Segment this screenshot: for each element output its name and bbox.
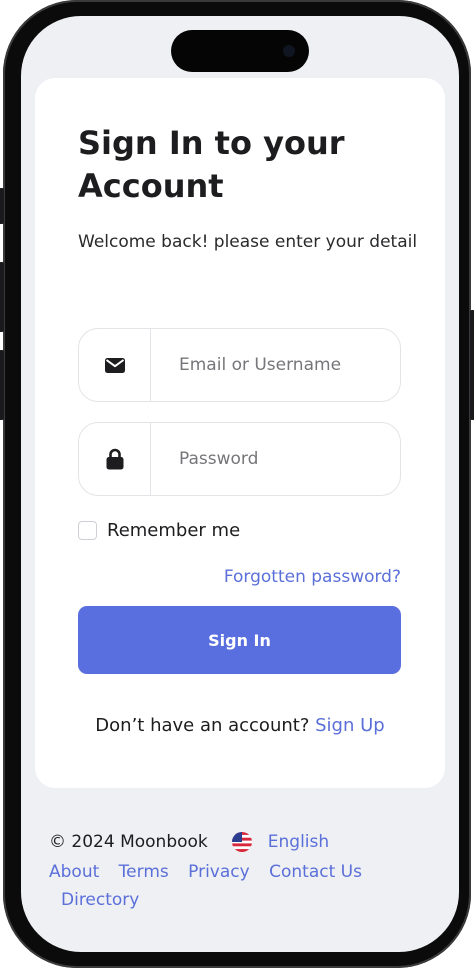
footer: © 2024 Moonbook English About Terms Priv… <box>49 832 439 914</box>
sign-up-link[interactable]: Sign Up <box>315 715 385 736</box>
footer-link-terms[interactable]: Terms <box>119 862 169 882</box>
copyright-text: © 2024 Moonbook <box>49 832 208 852</box>
password-field[interactable] <box>78 422 401 496</box>
sign-in-button[interactable]: Sign In <box>78 606 401 674</box>
lock-icon <box>79 423 151 495</box>
language-selector[interactable]: English <box>268 832 329 852</box>
us-flag-icon <box>231 832 252 852</box>
footer-link-privacy[interactable]: Privacy <box>188 862 250 882</box>
password-input[interactable] <box>151 423 400 495</box>
dynamic-island <box>171 30 309 72</box>
phone-frame: Sign In to your Account Welcome back! pl… <box>0 0 474 968</box>
footer-link-directory[interactable]: Directory <box>61 890 139 910</box>
action-button <box>0 188 4 224</box>
page-title: Sign In to your Account <box>78 124 345 205</box>
envelope-icon <box>79 329 151 401</box>
login-card: Sign In to your Account Welcome back! pl… <box>35 78 445 788</box>
phone-screen: Sign In to your Account Welcome back! pl… <box>21 16 459 952</box>
signup-row: Don’t have an account? Sign Up <box>35 715 445 736</box>
forgot-password-link[interactable]: Forgotten password? <box>224 567 401 587</box>
footer-link-contact[interactable]: Contact Us <box>269 862 362 882</box>
volume-down-button <box>0 350 4 420</box>
no-account-text: Don’t have an account? <box>95 715 310 736</box>
remember-me[interactable]: Remember me <box>78 520 240 541</box>
email-field[interactable] <box>78 328 401 402</box>
volume-up-button <box>0 262 4 332</box>
power-button <box>470 310 474 420</box>
footer-links: About Terms Privacy Contact Us Directory <box>49 858 439 914</box>
remember-checkbox[interactable] <box>78 521 97 540</box>
camera-icon <box>283 45 295 57</box>
footer-link-about[interactable]: About <box>49 862 99 882</box>
remember-label: Remember me <box>107 520 241 541</box>
email-input[interactable] <box>151 329 400 401</box>
page-subtitle: Welcome back! please enter your detail <box>78 232 418 252</box>
